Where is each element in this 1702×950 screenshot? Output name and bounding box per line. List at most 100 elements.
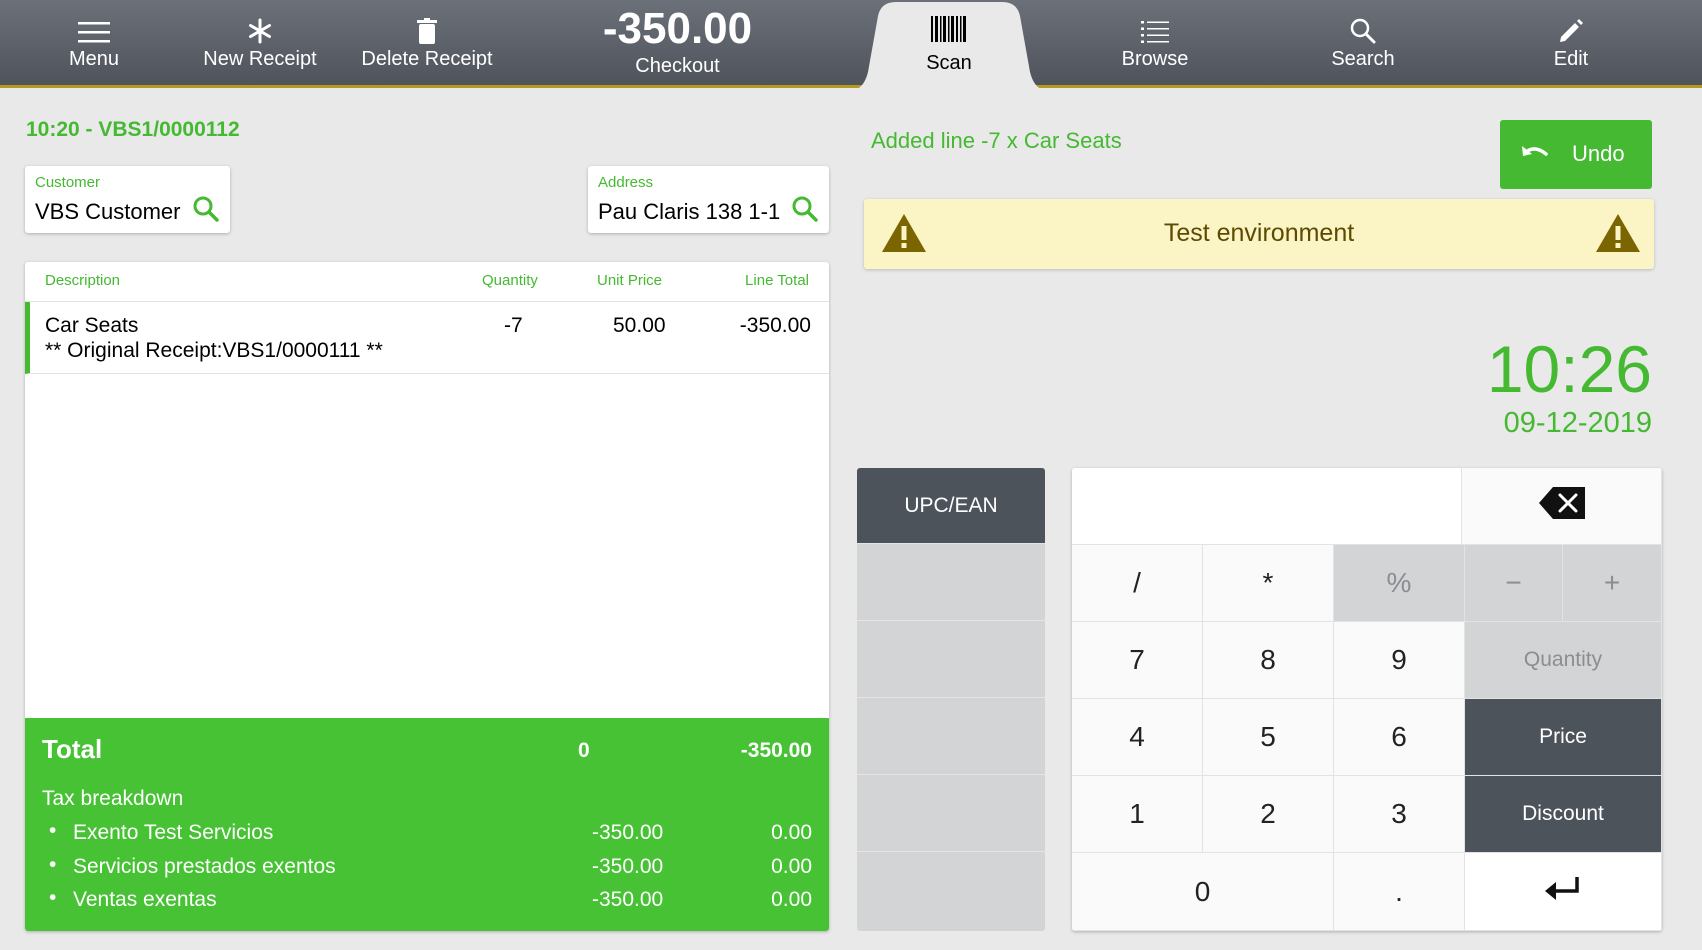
tax-base: -350.00 [592, 855, 664, 878]
key-plus[interactable]: + [1563, 545, 1662, 622]
key-divide[interactable]: / [1072, 545, 1203, 622]
undo-button[interactable]: Undo [1500, 120, 1652, 189]
checkout-button[interactable]: -350.00 Checkout [570, 0, 785, 78]
clock-date: 09-12-2019 [1503, 407, 1652, 439]
bullet-icon: • [49, 819, 57, 842]
keypad: / * % − + 7 8 9 Quantity 4 5 6 Price 1 2… [1072, 468, 1662, 931]
total-quantity: 0 [578, 739, 590, 762]
bullet-icon: • [49, 886, 57, 909]
clock-time: 10:26 [1486, 332, 1652, 406]
line-quantity: -7 [504, 314, 523, 337]
tax-name: Servicios prestados exentos [73, 855, 336, 878]
enter-icon [1545, 875, 1581, 908]
customer-label: Customer [35, 174, 101, 191]
environment-label: Test environment [1163, 219, 1355, 247]
asterisk-icon [195, 0, 325, 48]
tax-amount: 0.00 [771, 855, 812, 878]
table-row[interactable]: Car Seats ** Original Receipt:VBS1/00001… [25, 302, 829, 374]
table-header: Description Quantity Unit Price Line Tot… [25, 262, 829, 302]
price-button[interactable]: Price [1465, 699, 1662, 776]
tax-base: -350.00 [592, 821, 664, 844]
line-note: ** Original Receipt:VBS1/0000111 ** [45, 339, 383, 362]
discount-button[interactable]: Discount [1465, 776, 1662, 853]
line-description: Car Seats [45, 314, 139, 337]
edit-label: Edit [1553, 48, 1589, 70]
test-environment-banner: Test environment [864, 199, 1654, 269]
tax-amount: 0.00 [771, 821, 812, 844]
trash-icon [357, 0, 497, 48]
key-percent[interactable]: % [1334, 545, 1465, 622]
key-minus[interactable]: − [1465, 545, 1563, 622]
tab-scan[interactable]: Scan [854, 2, 1044, 90]
customer-value: VBS Customer [35, 199, 181, 224]
receipt-id: 10:20 - VBS1/0000112 [26, 118, 240, 141]
category-empty [857, 699, 1045, 775]
search-icon [1318, 0, 1408, 48]
header-line-total: Line Total [745, 272, 809, 289]
key-multiply[interactable]: * [1203, 545, 1334, 622]
backspace-button[interactable] [1462, 468, 1662, 545]
search-label: Search [1331, 48, 1395, 70]
tab-browse[interactable]: Browse [1110, 0, 1200, 85]
barcode-icon [854, 16, 1044, 42]
browse-label: Browse [1121, 48, 1189, 70]
category-empty [857, 776, 1045, 852]
key-2[interactable]: 2 [1203, 776, 1334, 853]
tab-edit[interactable]: Edit [1526, 0, 1616, 85]
menu-button[interactable]: Menu [44, 0, 144, 85]
delete-receipt-label: Delete Receipt [361, 48, 493, 70]
line-total: -350.00 [739, 314, 811, 337]
quantity-button[interactable]: Quantity [1465, 622, 1662, 699]
scan-category-column: UPC/EAN [857, 468, 1045, 931]
delete-receipt-button[interactable]: Delete Receipt [357, 0, 497, 85]
tax-base: -350.00 [592, 888, 664, 911]
category-empty [857, 853, 1045, 929]
undo-label: Undo [1572, 141, 1625, 166]
total-amount: -350.00 [740, 739, 812, 762]
checkout-amount: -350.00 [602, 4, 753, 53]
address-search-icon[interactable] [792, 196, 818, 227]
header-quantity: Quantity [482, 272, 538, 289]
address-field[interactable]: Address Pau Claris 138 1-1 [588, 166, 829, 233]
enter-button[interactable] [1465, 853, 1662, 931]
bullet-icon: • [49, 853, 57, 876]
top-toolbar: Menu New Receipt Delete Receipt -350.00 … [0, 0, 1702, 90]
key-0[interactable]: 0 [1072, 853, 1334, 931]
key-4[interactable]: 4 [1072, 699, 1203, 776]
tab-search[interactable]: Search [1318, 0, 1408, 85]
keypad-display[interactable] [1072, 468, 1462, 545]
customer-field[interactable]: Customer VBS Customer [25, 166, 230, 233]
status-message: Added line -7 x Car Seats [871, 128, 1122, 153]
key-decimal[interactable]: . [1334, 853, 1465, 931]
pencil-icon [1526, 0, 1616, 48]
header-unit-price: Unit Price [597, 272, 663, 289]
backspace-icon [1538, 486, 1585, 526]
new-receipt-label: New Receipt [203, 48, 317, 70]
key-6[interactable]: 6 [1334, 699, 1465, 776]
key-7[interactable]: 7 [1072, 622, 1203, 699]
undo-icon [1520, 142, 1550, 172]
category-empty [857, 622, 1045, 698]
totals-panel: Total 0 -350.00 Tax breakdown • Exento T… [25, 718, 829, 931]
category-empty [857, 545, 1045, 621]
key-1[interactable]: 1 [1072, 776, 1203, 853]
key-9[interactable]: 9 [1334, 622, 1465, 699]
tax-name: Exento Test Servicios [73, 821, 274, 844]
menu-label: Menu [68, 48, 120, 70]
receipt-lines-table: Description Quantity Unit Price Line Tot… [25, 262, 829, 931]
category-upc-ean[interactable]: UPC/EAN [857, 468, 1045, 544]
warning-icon [1594, 212, 1642, 259]
tax-amount: 0.00 [771, 888, 812, 911]
line-unit-price: 50.00 [613, 314, 666, 337]
address-label: Address [598, 174, 654, 191]
checkout-label: Checkout [635, 55, 720, 77]
scan-label: Scan [926, 52, 972, 74]
new-receipt-button[interactable]: New Receipt [195, 0, 325, 85]
tax-name: Ventas exentas [73, 888, 217, 911]
key-5[interactable]: 5 [1203, 699, 1334, 776]
key-3[interactable]: 3 [1334, 776, 1465, 853]
key-8[interactable]: 8 [1203, 622, 1334, 699]
tax-breakdown-label: Tax breakdown [42, 787, 184, 810]
address-value: Pau Claris 138 1-1 [598, 199, 781, 224]
customer-search-icon[interactable] [193, 196, 219, 227]
